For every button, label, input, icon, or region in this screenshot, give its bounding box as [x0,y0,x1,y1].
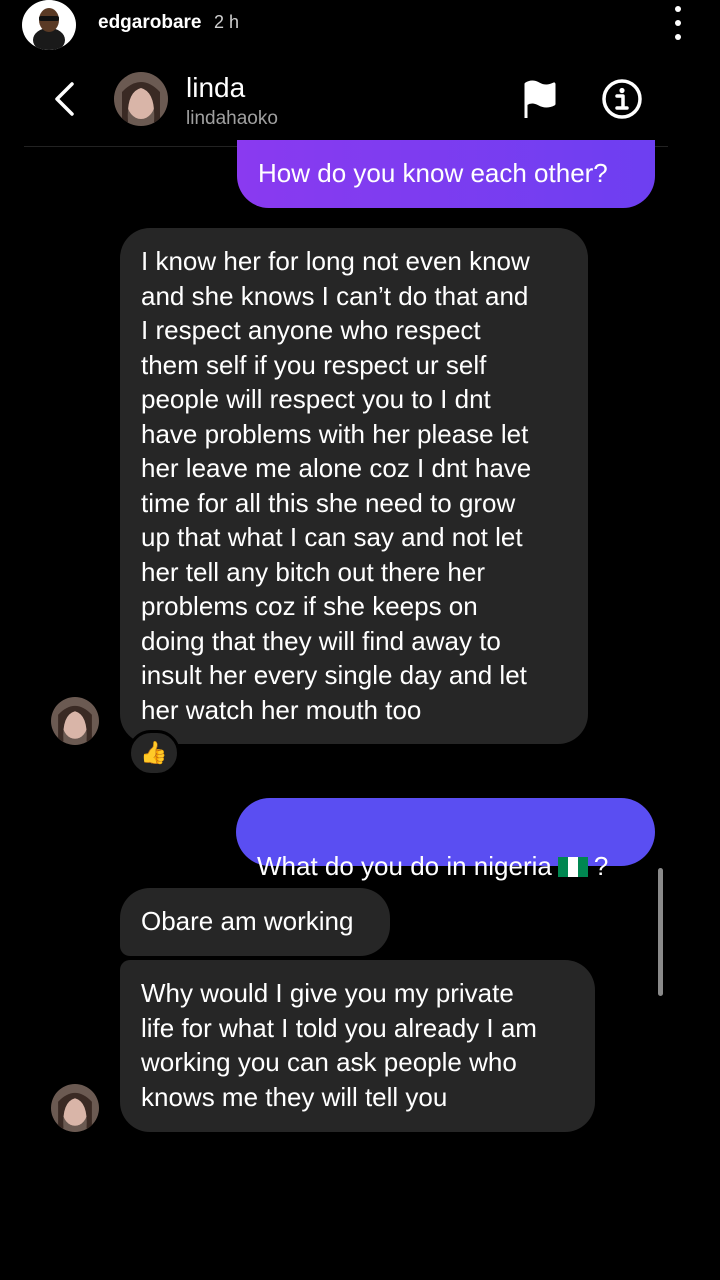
outgoing-message[interactable]: How do you know each other? [237,140,655,208]
info-icon[interactable] [601,78,643,120]
more-vertical-icon[interactable] [668,6,688,40]
story-time: 2 h [214,12,240,32]
incoming-message[interactable]: Why would I give you my private life for… [120,960,595,1132]
incoming-message[interactable]: Obare am working [120,888,390,956]
incoming-message[interactable]: I know her for long not even know and sh… [120,228,588,744]
story-avatar[interactable] [22,0,76,50]
scrollbar[interactable] [658,868,663,996]
chevron-left-icon[interactable] [52,80,82,118]
outgoing-message[interactable]: What do you do in nigeria? [236,798,655,881]
sender-avatar[interactable] [51,1084,99,1132]
message-text-end: ? [593,850,609,881]
message-text: What do you do in nigeria [257,850,552,881]
chat-handle: lindahaoko [186,108,278,129]
thumbs-up-reaction[interactable]: 👍 [128,730,180,776]
nigeria-flag-emoji [557,851,588,877]
story-username[interactable]: edgarobare [98,12,201,34]
flag-icon[interactable] [522,78,558,120]
sender-avatar[interactable] [51,697,99,745]
chat-avatar[interactable] [114,72,168,126]
chat-name[interactable]: linda [186,72,245,104]
